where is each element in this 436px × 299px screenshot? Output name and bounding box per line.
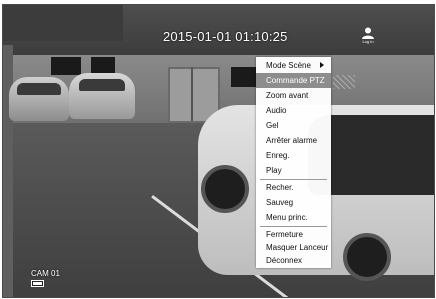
menu-item-record[interactable]: Enreg. bbox=[256, 148, 331, 163]
scene-car bbox=[69, 73, 135, 119]
menu-item-label: Menu princ. bbox=[266, 213, 308, 222]
menu-item-search[interactable]: Recher. bbox=[256, 180, 331, 195]
menu-item-zoom[interactable]: Zoom avant bbox=[256, 88, 331, 103]
scene-door-split bbox=[191, 67, 193, 121]
scene-opening bbox=[51, 57, 81, 75]
menu-item-logout[interactable]: Déconnex bbox=[256, 253, 331, 268]
menu-item-label: Audio bbox=[266, 106, 287, 115]
datetime-display: 2015-01-01 01:10:25 bbox=[163, 29, 288, 44]
login-label: Log In bbox=[362, 39, 374, 44]
menu-item-audio[interactable]: Audio bbox=[256, 103, 331, 118]
context-menu: Mode Scène Commande PTZ Zoom avant Audio… bbox=[256, 57, 331, 268]
menu-item-label: Enreg. bbox=[266, 151, 290, 160]
menu-item-ptz-control[interactable]: Commande PTZ bbox=[256, 73, 331, 88]
user-icon bbox=[362, 27, 374, 39]
menu-item-label: Play bbox=[266, 166, 282, 175]
login-button[interactable]: Log In bbox=[357, 27, 379, 45]
scene-hatch bbox=[333, 75, 355, 89]
menu-item-main-menu[interactable]: Menu princ. bbox=[256, 210, 331, 225]
menu-item-freeze[interactable]: Gel bbox=[256, 118, 331, 133]
menu-item-scene-mode[interactable]: Mode Scène bbox=[256, 58, 331, 73]
camera-name: CAM 01 bbox=[31, 269, 60, 278]
menu-item-backup[interactable]: Sauveg bbox=[256, 195, 331, 210]
scene-corner bbox=[3, 5, 123, 41]
menu-item-label: Déconnex bbox=[266, 256, 303, 265]
menu-item-label: Commande PTZ bbox=[266, 76, 325, 85]
menu-item-label: Mode Scène bbox=[266, 61, 311, 70]
menu-item-play[interactable]: Play bbox=[256, 163, 331, 178]
menu-item-label: Sauveg bbox=[266, 198, 294, 207]
menu-item-label: Gel bbox=[266, 121, 279, 130]
scene-opening bbox=[231, 67, 257, 87]
menu-item-label: Arrêter alarme bbox=[266, 136, 318, 145]
scene-car-window bbox=[79, 79, 125, 91]
ptz-camera-icon bbox=[31, 280, 44, 287]
scene-pillar bbox=[3, 45, 13, 297]
menu-item-stop-alarm[interactable]: Arrêter alarme bbox=[256, 133, 331, 148]
scene-wheel bbox=[201, 165, 249, 213]
scene-wheel bbox=[343, 233, 391, 281]
scene-car bbox=[9, 77, 69, 121]
menu-item-label: Recher. bbox=[266, 183, 294, 192]
submenu-arrow-icon bbox=[320, 62, 324, 68]
scene-car-window bbox=[17, 83, 61, 95]
menu-item-label: Zoom avant bbox=[266, 91, 309, 100]
camera-view[interactable] bbox=[2, 4, 435, 298]
